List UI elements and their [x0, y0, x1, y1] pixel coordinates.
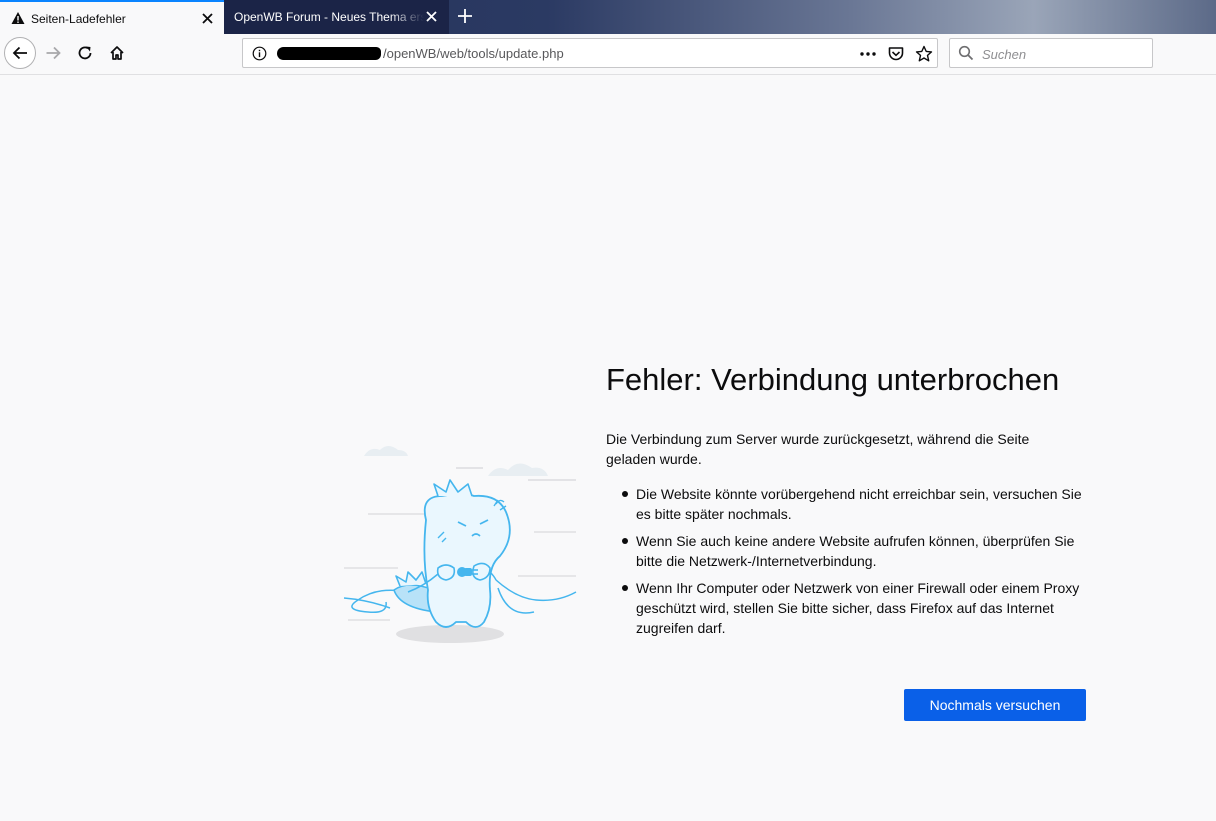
search-input[interactable] — [980, 41, 1152, 67]
list-item: Die Website könnte vorübergehend nicht e… — [606, 484, 1091, 524]
reload-icon[interactable] — [77, 45, 93, 61]
tab-openwb-forum[interactable]: OpenWB Forum - Neues Thema erstellen — [224, 0, 449, 34]
disconnected-dino-illustration — [343, 446, 577, 643]
more-actions-icon[interactable] — [859, 45, 877, 63]
navigation-bar: /openWB/web/tools/update.php — [0, 34, 1216, 75]
retry-button[interactable]: Nochmals versuchen — [904, 689, 1086, 721]
url-bar[interactable]: /openWB/web/tools/update.php — [242, 38, 938, 68]
forward-button[interactable] — [45, 45, 62, 61]
url-text: /openWB/web/tools/update.php — [383, 46, 564, 61]
close-tab-icon[interactable] — [201, 12, 214, 25]
tab-strip: Seiten-Ladefehler OpenWB Forum - Neues T… — [0, 0, 1216, 34]
error-title: Fehler: Verbindung unterbrochen — [606, 362, 1060, 397]
list-item: Wenn Ihr Computer oder Netzwerk von eine… — [606, 578, 1091, 638]
home-icon[interactable] — [109, 45, 125, 61]
tab-seiten-ladefehler[interactable]: Seiten-Ladefehler — [0, 0, 224, 34]
list-item: Wenn Sie auch keine andere Website aufru… — [606, 531, 1091, 571]
close-tab-icon[interactable] — [425, 10, 438, 23]
url-redaction — [277, 47, 381, 60]
tab-title: Seiten-Ladefehler — [31, 12, 126, 26]
warning-icon — [11, 12, 25, 24]
arrow-left-icon — [12, 46, 27, 60]
pocket-icon[interactable] — [887, 45, 905, 63]
back-button[interactable] — [4, 37, 36, 69]
error-description: Die Verbindung zum Server wurde zurückge… — [606, 431, 1030, 467]
bookmark-star-icon[interactable] — [915, 45, 933, 63]
search-bar — [949, 38, 1153, 68]
tab-title: OpenWB Forum - Neues Thema erstellen — [234, 10, 424, 24]
search-icon — [958, 45, 974, 61]
info-icon[interactable] — [252, 46, 267, 61]
new-tab-icon[interactable] — [457, 8, 473, 24]
error-suggestions-list: Die Website könnte vorübergehend nicht e… — [606, 484, 1091, 645]
